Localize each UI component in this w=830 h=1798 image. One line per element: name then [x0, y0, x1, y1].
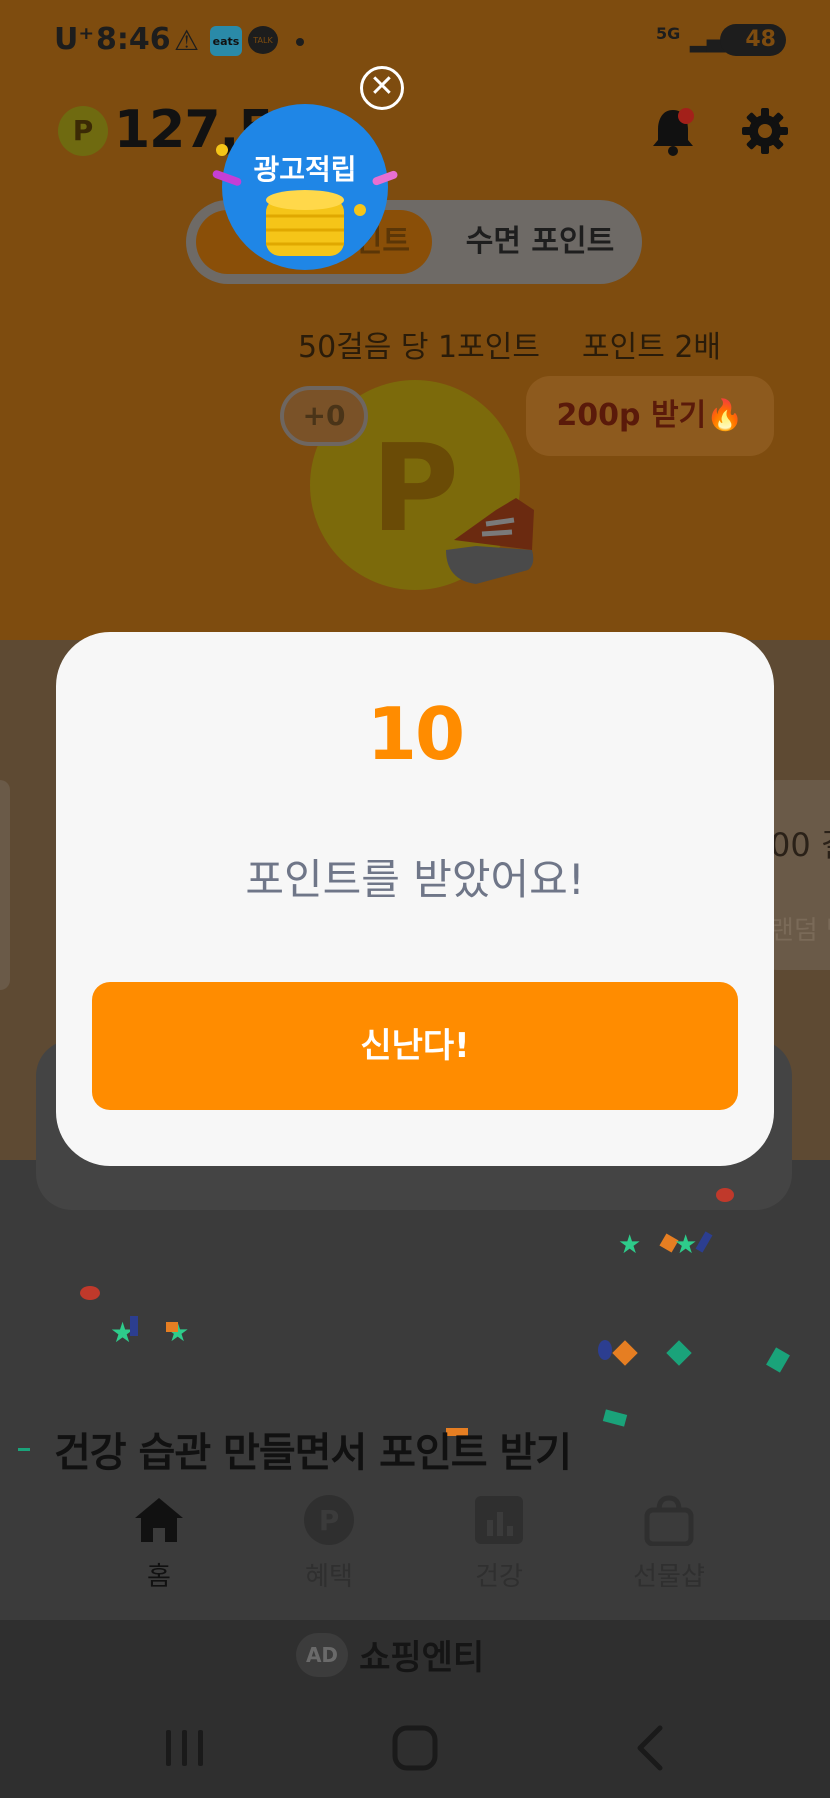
reward-message: 포인트를 받았어요!	[245, 855, 585, 904]
app-screen: U⁺ 8:46 ⚠ eats TALK 5G ▂▄▆ 48 P 127,5 인트…	[0, 0, 830, 1798]
svg-text:P: P	[319, 1504, 340, 1537]
ad-tag: AD	[296, 1632, 348, 1677]
sparkle-decoration	[354, 204, 366, 216]
ad-reward-bubble[interactable]: 광고적립	[211, 104, 399, 270]
bottom-nav: 홈 P 혜택 건강 선물샵	[0, 1480, 830, 1600]
point-icon: P	[304, 1495, 354, 1545]
claim-200p-button[interactable]: 200p 받기🔥	[526, 376, 774, 456]
sparkle-decoration	[216, 144, 228, 156]
confetti-piece	[716, 1188, 734, 1202]
chart-icon	[475, 1496, 523, 1544]
confetti-piece	[166, 1322, 178, 1332]
carrier-label: U⁺	[54, 22, 95, 57]
bag-icon	[644, 1495, 694, 1546]
confetti-piece	[18, 1448, 30, 1451]
confirm-button[interactable]: 신난다!	[92, 982, 738, 1110]
nav-label-gift-shop: 선물샵	[633, 1562, 705, 1592]
card-right-subtext: 랜덤 받	[770, 916, 830, 946]
confetti-piece	[598, 1340, 612, 1360]
nav-label-benefits: 혜택	[305, 1562, 353, 1592]
system-nav-bar	[0, 1700, 830, 1798]
reward-modal: 10 포인트를 받았어요! 신난다!	[56, 632, 774, 1166]
confetti-star: ★	[674, 1230, 698, 1260]
nav-item-health[interactable]: 건강	[424, 1480, 574, 1600]
double-points-label: 포인트 2배	[582, 330, 722, 365]
home-button-icon[interactable]	[390, 1720, 440, 1776]
nav-item-home[interactable]: 홈	[84, 1480, 234, 1600]
confetti-piece	[80, 1286, 100, 1300]
bell-icon[interactable]	[650, 106, 696, 156]
battery-icon: 48	[720, 24, 786, 56]
notification-dot-icon	[296, 38, 304, 46]
nav-item-gift-shop[interactable]: 선물샵	[594, 1480, 744, 1600]
nav-label-home: 홈	[147, 1562, 171, 1592]
nav-item-benefits[interactable]: P 혜택	[254, 1480, 404, 1600]
section-heading: 건강 습관 만들면서 포인트 받기	[54, 1430, 572, 1476]
reward-amount: 10	[366, 692, 465, 776]
steps-per-point-label: 50걸음 당 1포인트	[298, 330, 540, 365]
confetti-star: ★	[618, 1230, 642, 1260]
step-counter-badge: +0	[280, 386, 368, 446]
talk-app-icon: TALK	[248, 26, 278, 54]
eats-app-icon: eats	[210, 26, 242, 56]
warning-icon: ⚠	[174, 24, 200, 57]
gear-icon[interactable]	[740, 106, 790, 156]
clock: 8:46	[96, 22, 171, 57]
network-type: 5G	[656, 24, 681, 43]
confetti-piece	[130, 1316, 138, 1336]
back-icon[interactable]	[630, 1720, 670, 1776]
tab-sleep-points[interactable]: 수면 포인트	[450, 210, 630, 274]
carousel-card-left[interactable]	[0, 780, 10, 990]
home-icon	[135, 1498, 183, 1542]
ad-banner-text: 쇼핑엔티	[359, 1638, 485, 1678]
sneaker-icon	[446, 498, 534, 584]
ad-bubble-title: 광고적립	[253, 153, 357, 186]
ad-banner[interactable]: AD 쇼핑엔티	[296, 1630, 484, 1684]
recent-apps-icon[interactable]	[160, 1720, 210, 1776]
status-bar: U⁺ 8:46 ⚠ eats TALK 5G ▂▄▆ 48	[0, 0, 830, 84]
point-coin-icon: P	[58, 106, 108, 156]
card-right-text: 00 걸	[770, 826, 830, 864]
coin-stack-icon	[266, 190, 344, 256]
nav-label-health: 건강	[475, 1562, 523, 1592]
close-ad-button[interactable]: ✕	[360, 66, 404, 110]
